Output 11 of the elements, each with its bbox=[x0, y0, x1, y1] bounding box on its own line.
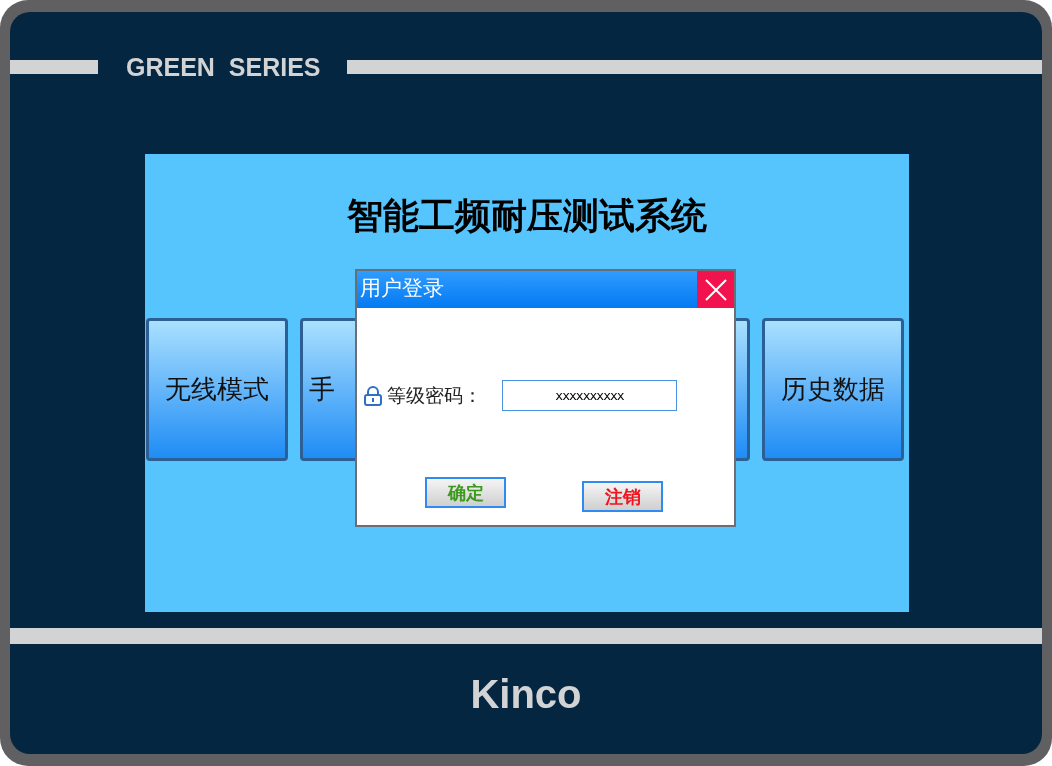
menu-button[interactable]: 历史数据 bbox=[762, 318, 904, 461]
screen-title: 智能工频耐压测试系统 bbox=[347, 193, 707, 238]
password-label: 等级密码： bbox=[387, 382, 483, 408]
password-field[interactable]: xxxxxxxxxx bbox=[502, 380, 677, 411]
brand-logo: Kinco bbox=[470, 671, 582, 717]
menu-button[interactable]: 无线模式 bbox=[146, 318, 288, 461]
close-icon bbox=[704, 278, 727, 301]
dialog-title: 用户登录 bbox=[359, 275, 444, 302]
lock-icon bbox=[363, 385, 383, 406]
close-button[interactable] bbox=[697, 271, 734, 308]
series-label: GREEN SERIES bbox=[126, 53, 321, 81]
